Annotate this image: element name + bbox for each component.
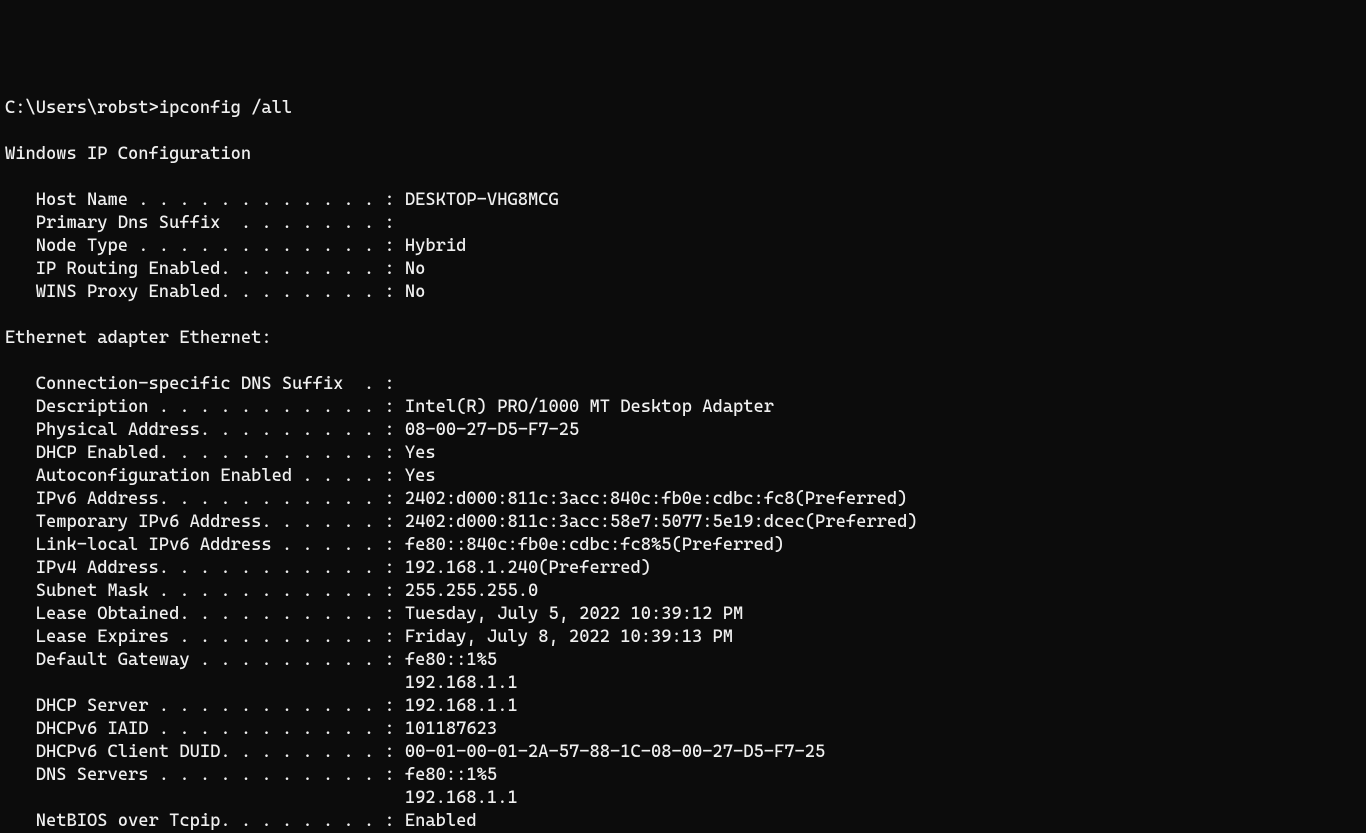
autoconfig-line: Autoconfiguration Enabled . . . . : Yes xyxy=(5,466,436,486)
subnet-mask-line: Subnet Mask . . . . . . . . . . . : 255.… xyxy=(5,581,538,601)
host-name-line: Host Name . . . . . . . . . . . . : DESK… xyxy=(5,190,559,210)
link-local-ipv6-line: Link-local IPv6 Address . . . . . : fe80… xyxy=(5,535,784,555)
physical-address-line: Physical Address. . . . . . . . . : 08-0… xyxy=(5,420,579,440)
connection-dns-suffix-line: Connection-specific DNS Suffix . : xyxy=(5,374,395,394)
primary-dns-suffix-line: Primary Dns Suffix . . . . . . . : xyxy=(5,213,395,233)
node-type-line: Node Type . . . . . . . . . . . . : Hybr… xyxy=(5,236,466,256)
dhcp-server-line: DHCP Server . . . . . . . . . . . : 192.… xyxy=(5,696,518,716)
section-header-ethernet-adapter: Ethernet adapter Ethernet: xyxy=(5,328,272,348)
temp-ipv6-address-line: Temporary IPv6 Address. . . . . . : 2402… xyxy=(5,512,918,532)
dns-servers-line-1: DNS Servers . . . . . . . . . . . : fe80… xyxy=(5,765,497,785)
lease-expires-line: Lease Expires . . . . . . . . . . : Frid… xyxy=(5,627,733,647)
typed-command[interactable]: ipconfig /all xyxy=(159,98,292,118)
netbios-line: NetBIOS over Tcpip. . . . . . . . : Enab… xyxy=(5,811,477,831)
dns-servers-line-2: 192.168.1.1 xyxy=(5,788,518,808)
dhcpv6-iaid-line: DHCPv6 IAID . . . . . . . . . . . : 1011… xyxy=(5,719,497,739)
section-header-windows-ip-config: Windows IP Configuration xyxy=(5,144,251,164)
ip-routing-line: IP Routing Enabled. . . . . . . . : No xyxy=(5,259,425,279)
ipv6-address-line: IPv6 Address. . . . . . . . . . . : 2402… xyxy=(5,489,907,509)
default-gateway-line-2: 192.168.1.1 xyxy=(5,673,518,693)
wins-proxy-line: WINS Proxy Enabled. . . . . . . . : No xyxy=(5,282,425,302)
ipv4-address-line: IPv4 Address. . . . . . . . . . . : 192.… xyxy=(5,558,651,578)
default-gateway-line-1: Default Gateway . . . . . . . . . : fe80… xyxy=(5,650,497,670)
description-line: Description . . . . . . . . . . . : Inte… xyxy=(5,397,774,417)
command-prompt: C:\Users\robst> xyxy=(5,98,159,118)
lease-obtained-line: Lease Obtained. . . . . . . . . . : Tues… xyxy=(5,604,743,624)
dhcp-enabled-line: DHCP Enabled. . . . . . . . . . . : Yes xyxy=(5,443,436,463)
dhcpv6-duid-line: DHCPv6 Client DUID. . . . . . . . : 00-0… xyxy=(5,742,825,762)
